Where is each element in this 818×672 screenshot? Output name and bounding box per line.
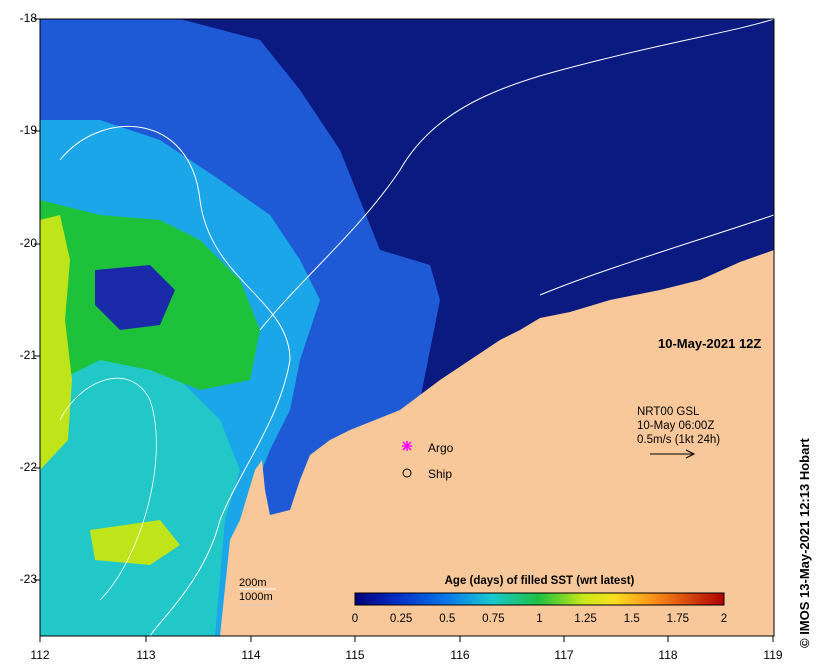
colorbar-tick-label: 1.75 xyxy=(666,613,690,625)
current-model-label: NRT00 GSL xyxy=(637,406,700,418)
y-tick-label: -20 xyxy=(19,236,37,250)
colorbar-title: Age (days) of filled SST (wrt latest) xyxy=(444,575,635,587)
sst-region-yellow-green xyxy=(40,215,72,470)
colorbar-tick-label: 1 xyxy=(536,613,543,625)
x-tick-label: 116 xyxy=(450,648,470,662)
colorbar-tick-label: 0.75 xyxy=(482,613,505,625)
legend-ship-label: Ship xyxy=(428,467,453,481)
y-tick-label: -18 xyxy=(19,11,37,25)
credit-label: © IMOS 13-May-2021 12:13 Hobart xyxy=(797,438,812,648)
y-tick-label: -22 xyxy=(19,460,37,474)
x-tick-label: 118 xyxy=(658,648,678,662)
depth-1000-label: 1000m xyxy=(239,591,273,603)
current-scale-label: 0.5m/s (1kt 24h) xyxy=(637,434,721,446)
colorbar-tick-label: 1.25 xyxy=(574,613,597,625)
x-tick-label: 119 xyxy=(763,648,783,662)
colorbar-tick-label: 0.25 xyxy=(389,613,413,625)
x-tick-label: 117 xyxy=(554,648,574,662)
current-time-label: 10-May 06:00Z xyxy=(637,420,715,432)
colorbar xyxy=(354,592,725,606)
y-tick-label: -23 xyxy=(19,572,37,586)
magenta-star-icon xyxy=(402,441,412,451)
x-tick-label: 113 xyxy=(136,648,156,662)
colorbar-tick-label: 2 xyxy=(720,613,728,625)
colorbar-tick-label: 1.5 xyxy=(623,613,640,625)
legend-argo-label: Argo xyxy=(428,441,454,455)
y-tick-label: -19 xyxy=(19,123,37,137)
colorbar-tick-label: 0.5 xyxy=(439,613,456,625)
colorbar-tick-label: 0 xyxy=(351,613,359,625)
x-tick-label: 112 xyxy=(30,648,50,662)
x-tick-marks xyxy=(39,636,774,642)
x-tick-label: 114 xyxy=(241,648,261,662)
y-tick-marks xyxy=(34,18,40,581)
depth-200-label: 200m xyxy=(239,577,267,589)
y-tick-label: -21 xyxy=(19,348,37,362)
current-info: NRT00 GSL 10-May 06:00Z 0.5m/s (1kt 24h) xyxy=(637,405,720,447)
map-date-label: 10-May-2021 12Z xyxy=(658,336,762,351)
x-tick-label: 115 xyxy=(345,648,365,662)
